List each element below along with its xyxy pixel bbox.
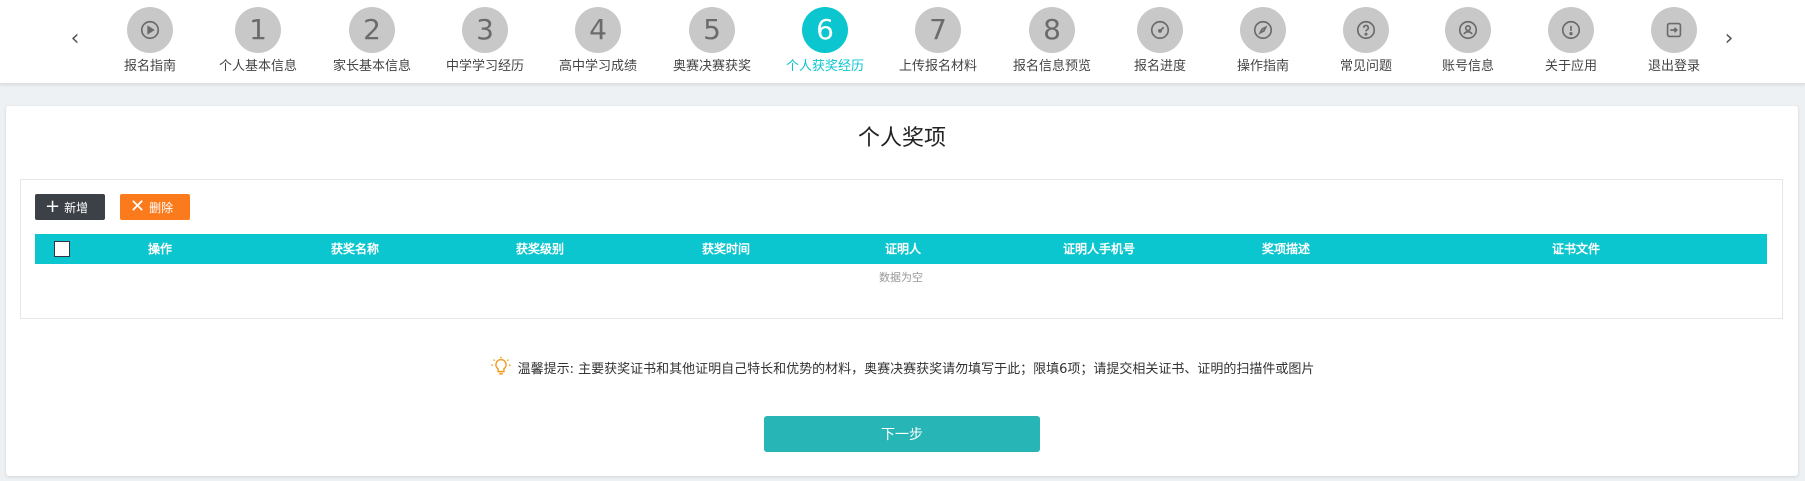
- delete-button-label: 删除: [149, 200, 174, 215]
- step-2[interactable]: 2 家长基本信息: [317, 7, 427, 74]
- step-logout[interactable]: 退出登录: [1619, 7, 1729, 74]
- tip-text: 温馨提示: 主要获奖证书和其他证明自己特长和优势的材料，奥赛决赛获奖请勿填写于此…: [517, 361, 1315, 377]
- add-button-label: 新增: [64, 200, 89, 215]
- step-navigation: ‹ 报名指南 1 个人基本信息 2 家长基本信息 3 中学学习经历 4 高中学习…: [0, 0, 1805, 84]
- step-number: 4: [575, 7, 621, 53]
- nav-prev-arrow[interactable]: ‹: [63, 24, 87, 54]
- step-label: 常见问题: [1339, 59, 1392, 74]
- step-guide[interactable]: 报名指南: [95, 7, 205, 74]
- step-8[interactable]: 8 报名信息预览: [997, 7, 1107, 74]
- empty-table-text: 数据为空: [879, 271, 923, 284]
- column-header: 证书文件: [1551, 242, 1600, 256]
- compass-icon: [1240, 7, 1286, 53]
- step-label: 奥赛决赛获奖: [672, 59, 751, 74]
- question-circle-icon: [1343, 7, 1389, 53]
- step-number: 8: [1029, 7, 1075, 53]
- step-number: 2: [349, 7, 395, 53]
- select-all-checkbox[interactable]: [54, 241, 70, 257]
- step-number: 3: [462, 7, 508, 53]
- play-circle-icon: [127, 7, 173, 53]
- logout-icon: [1651, 7, 1697, 53]
- step-label: 个人基本信息: [218, 59, 297, 74]
- step-number: 5: [689, 7, 735, 53]
- step-label: 关于应用: [1544, 59, 1597, 74]
- step-number: 6: [802, 7, 848, 53]
- step-guide-ops[interactable]: 操作指南: [1208, 7, 1318, 74]
- column-header: 操作: [147, 242, 172, 256]
- step-label: 上传报名材料: [898, 59, 977, 74]
- step-account[interactable]: 账号信息: [1413, 7, 1523, 74]
- column-header: 获奖时间: [701, 242, 750, 256]
- step-about[interactable]: 关于应用: [1516, 7, 1626, 74]
- step-label: 高中学习成绩: [558, 59, 637, 74]
- step-7[interactable]: 7 上传报名材料: [883, 7, 993, 74]
- warm-tip: 温馨提示: 主要获奖证书和其他证明自己特长和优势的材料，奥赛决赛获奖请勿填写于此…: [6, 356, 1798, 378]
- next-step-button[interactable]: 下一步: [764, 416, 1040, 452]
- gauge-icon: [1137, 7, 1183, 53]
- info-circle-icon: [1548, 7, 1594, 53]
- step-number: 1: [235, 7, 281, 53]
- step-label: 报名进度: [1133, 59, 1186, 74]
- column-header: 证明人: [884, 242, 921, 256]
- column-header: 奖项描述: [1261, 242, 1310, 256]
- step-progress[interactable]: 报名进度: [1105, 7, 1215, 74]
- step-3[interactable]: 3 中学学习经历: [430, 7, 540, 74]
- lightbulb-icon: [490, 356, 511, 375]
- step-faq[interactable]: 常见问题: [1311, 7, 1421, 74]
- close-icon: ✕: [130, 196, 146, 217]
- step-label: 中学学习经历: [445, 59, 524, 74]
- delete-button[interactable]: ✕ 删除: [120, 194, 190, 220]
- step-1[interactable]: 1 个人基本信息: [203, 7, 313, 74]
- step-label: 操作指南: [1236, 59, 1289, 74]
- add-button[interactable]: + 新增: [35, 194, 105, 220]
- step-label: 报名信息预览: [1012, 59, 1091, 74]
- step-6-active[interactable]: 6 个人获奖经历: [770, 7, 880, 74]
- step-label: 个人获奖经历: [785, 59, 864, 74]
- nav-next-arrow[interactable]: ›: [1717, 24, 1741, 54]
- column-header: 获奖名称: [330, 242, 379, 256]
- step-5[interactable]: 5 奥赛决赛获奖: [657, 7, 767, 74]
- step-label: 退出登录: [1647, 59, 1700, 74]
- plus-icon: +: [45, 196, 61, 217]
- awards-table-panel: + 新增 ✕ 删除 操作 获奖名称 获奖级别 获奖时间 证明人 证明人手机号 奖…: [20, 179, 1783, 319]
- step-number: 7: [915, 7, 961, 53]
- column-header: 证明人手机号: [1062, 242, 1135, 256]
- column-header: 获奖级别: [515, 242, 564, 256]
- page-title: 个人奖项: [857, 126, 946, 151]
- user-settings-icon: [1445, 7, 1491, 53]
- table-header: 操作 获奖名称 获奖级别 获奖时间 证明人 证明人手机号 奖项描述 证书文件: [35, 234, 1767, 264]
- awards-card: 个人奖项 + 新增 ✕ 删除 操作 获奖名称 获奖级别 获奖时间 证明人 证明人…: [6, 106, 1798, 476]
- step-label: 账号信息: [1441, 59, 1494, 74]
- step-label: 报名指南: [123, 59, 176, 74]
- step-label: 家长基本信息: [332, 59, 411, 74]
- step-4[interactable]: 4 高中学习成绩: [543, 7, 653, 74]
